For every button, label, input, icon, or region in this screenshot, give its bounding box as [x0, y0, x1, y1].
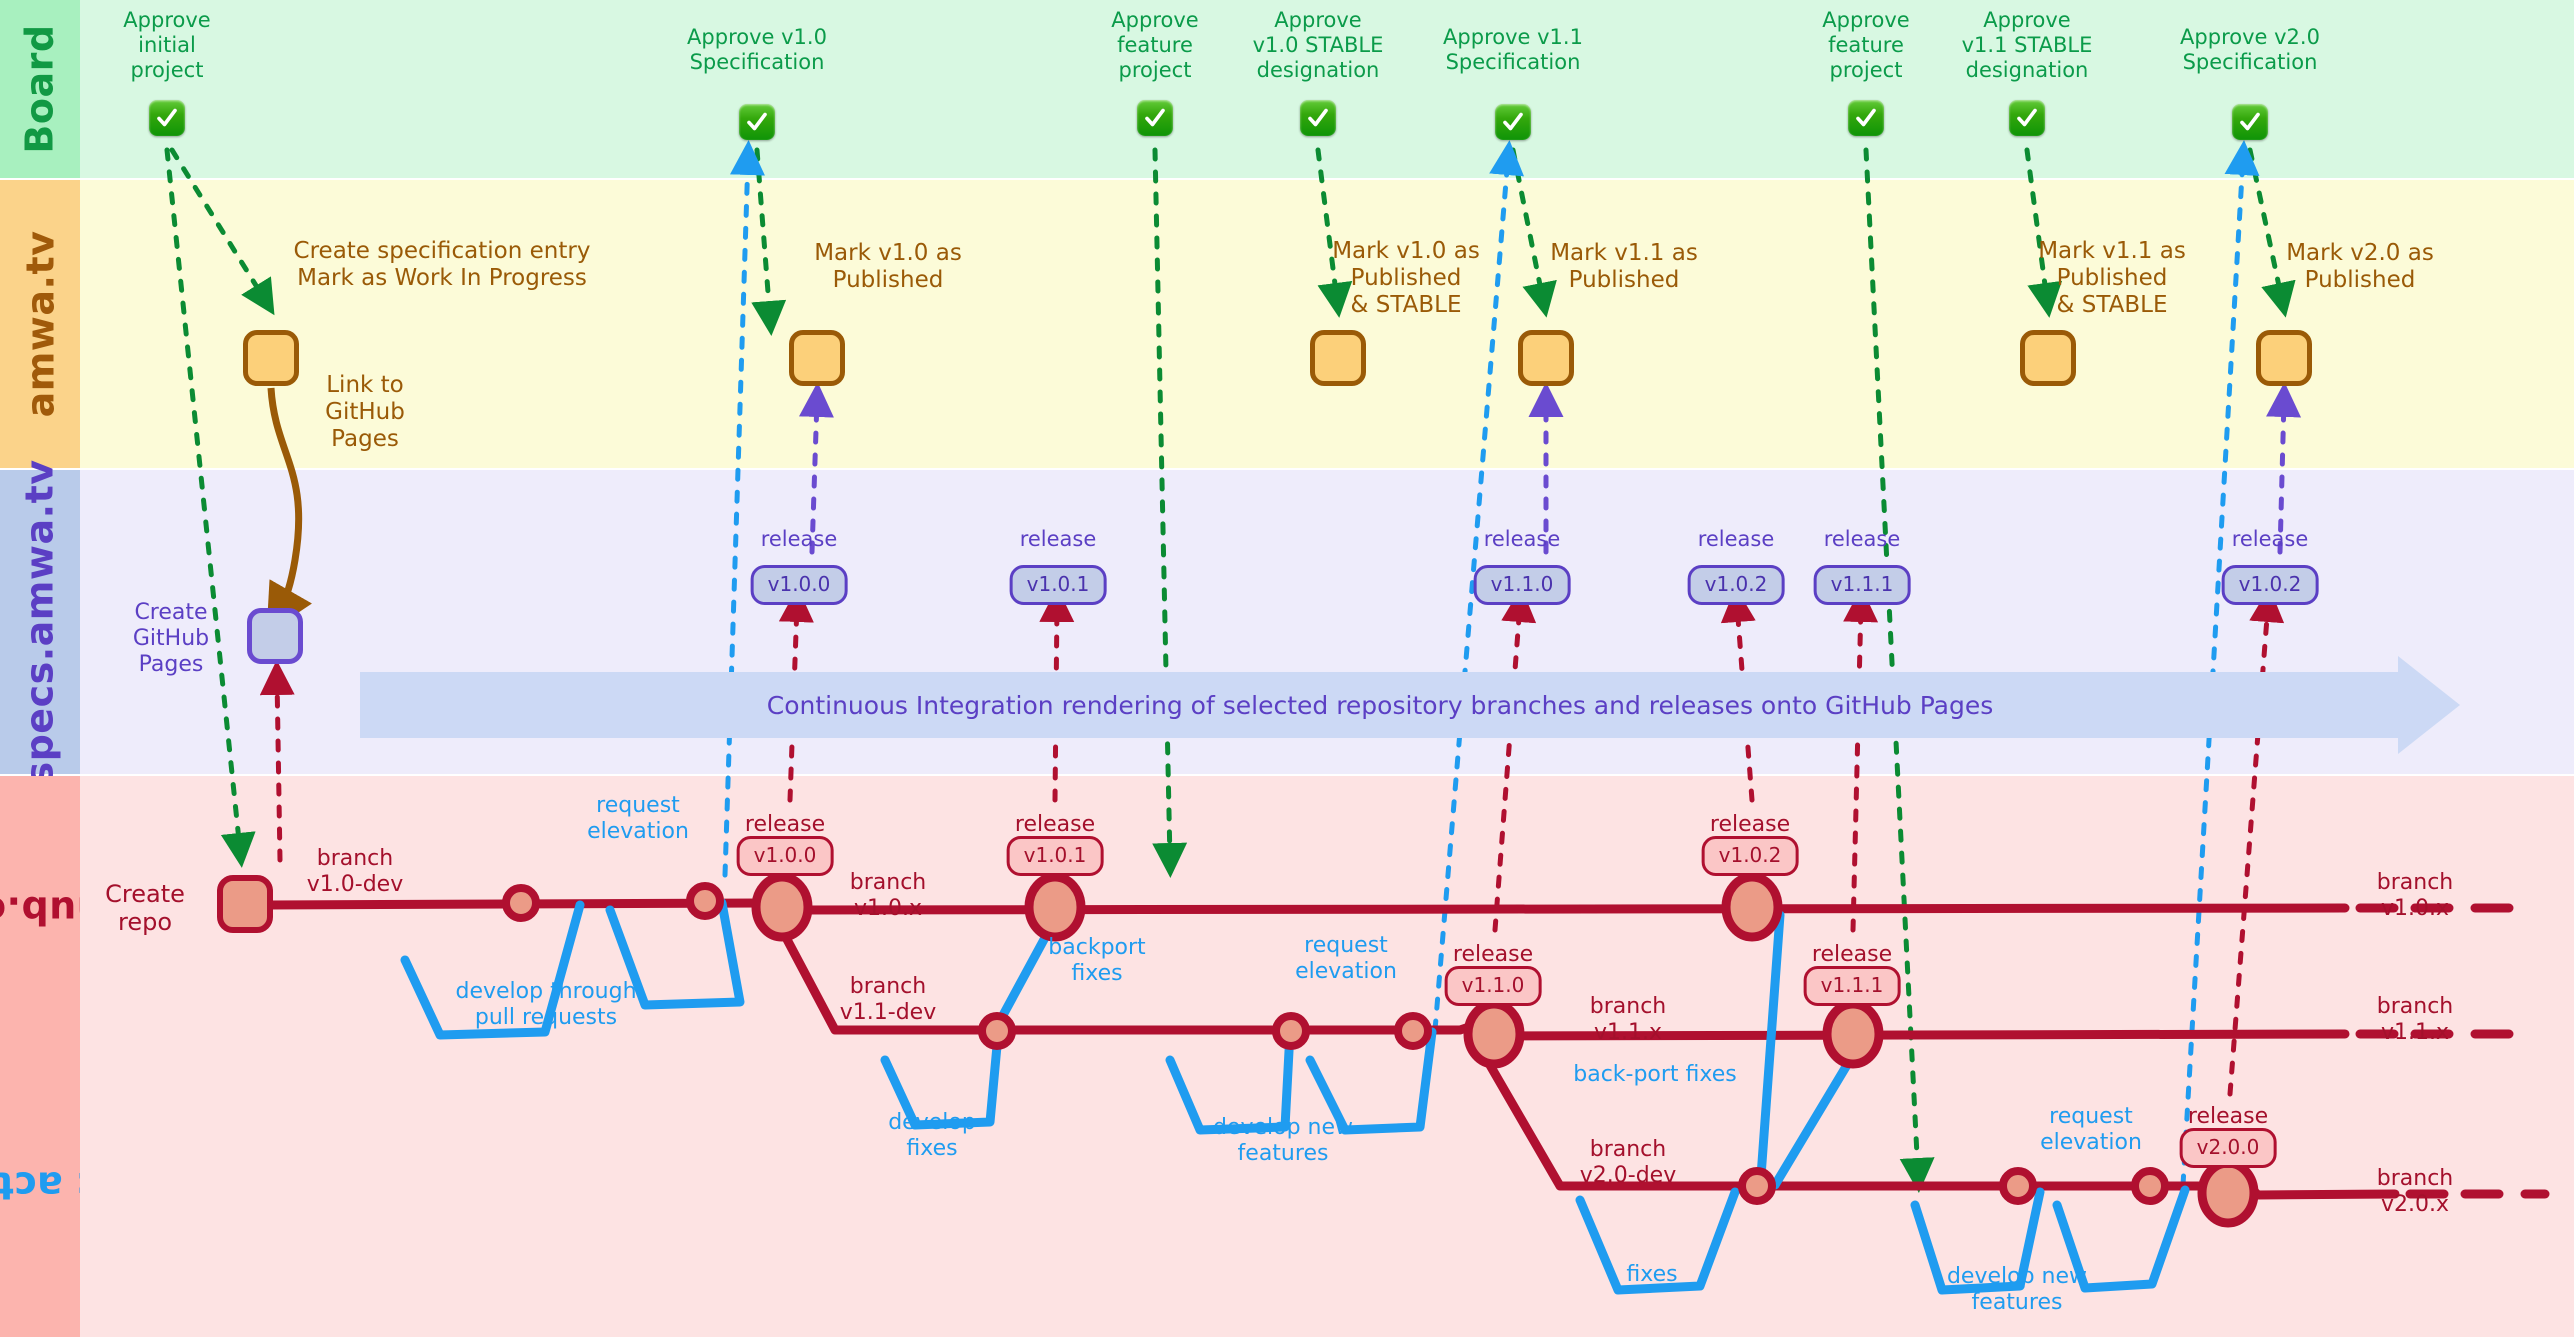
lane-board-label: Board: [18, 24, 62, 154]
check-icon[interactable]: [1137, 100, 1173, 136]
board-approval-label: Approve v1.0 Specification: [687, 25, 827, 74]
amwa-entry-node: [1518, 330, 1574, 386]
branch-label: branch v1.1.x: [1589, 994, 1667, 1045]
board-approval-label: Approve initial project: [123, 8, 211, 82]
workflow-annotation: request elevation: [587, 793, 689, 844]
amwa-note: Create specification entry Mark as Work …: [293, 238, 591, 292]
specs-release-caption: release: [1823, 527, 1901, 551]
amwa-note: Link to GitHub Pages: [325, 372, 405, 453]
specs-release-pill[interactable]: v1.0.2: [2221, 565, 2319, 605]
amwa-note: Mark v1.1 as Published: [1550, 240, 1698, 294]
workflow-annotation: request elevation: [2040, 1104, 2142, 1155]
workflow-annotation: backport fixes: [1048, 935, 1146, 986]
workflow-annotation: fixes: [1626, 1262, 1678, 1287]
amwa-note: Mark v1.1 as Published & STABLE: [2038, 238, 2186, 319]
amwa-note: Mark v2.0 as Published: [2286, 240, 2434, 294]
amwa-entry-node: [2020, 330, 2076, 386]
specs-release-pill[interactable]: v1.0.0: [750, 565, 848, 605]
github-pages-node: [247, 608, 303, 664]
repo-release-pill[interactable]: v2.0.0: [2179, 1128, 2277, 1168]
repo-release-caption: release: [744, 812, 826, 837]
branch-label: branch v2.0.x: [2376, 1166, 2454, 1217]
lane-spec-activity-body: [80, 776, 2574, 1337]
amwa-note: Mark v1.0 as Published: [814, 240, 962, 294]
specs-release-caption: release: [1019, 527, 1097, 551]
ci-banner-arrowhead: [2398, 656, 2460, 754]
lane-amwa-tab: amwa.tv: [0, 180, 80, 468]
workflow-annotation: develop new features: [1946, 1264, 2088, 1315]
board-approval-label: Approve v1.1 Specification: [1443, 25, 1583, 74]
board-approval-label: Approve feature project: [1822, 8, 1910, 82]
check-icon[interactable]: [739, 104, 775, 140]
check-icon[interactable]: [2009, 100, 2045, 136]
create-github-pages-label: Create GitHub Pages: [132, 600, 210, 677]
branch-label: branch v1.1.x: [2376, 994, 2454, 1045]
workflow-annotation: develop fixes: [888, 1110, 976, 1161]
specs-release-pill[interactable]: v1.0.1: [1009, 565, 1107, 605]
check-icon[interactable]: [1300, 100, 1336, 136]
specs-release-caption: release: [1697, 527, 1775, 551]
board-approval-label: Approve v1.1 STABLE designation: [1961, 8, 2093, 82]
lane-specs-tab: specs.amwa.tv: [0, 459, 80, 785]
repo-release-caption: release: [1811, 942, 1893, 967]
specs-release-caption: release: [1483, 527, 1561, 551]
check-icon[interactable]: [149, 100, 185, 136]
branch-label: branch v2.0-dev: [1579, 1137, 1677, 1188]
board-approval-label: Approve v2.0 Specification: [2180, 25, 2320, 74]
amwa-entry-node: [2256, 330, 2312, 386]
branch-label: branch v1.0.x: [849, 870, 927, 921]
workflow-annotation: develop new features: [1212, 1115, 1354, 1166]
check-icon[interactable]: [1848, 100, 1884, 136]
lane-amwa-label: amwa.tv: [18, 230, 63, 418]
specs-release-pill[interactable]: v1.1.0: [1473, 565, 1571, 605]
amwa-entry-node: [243, 330, 299, 386]
check-icon[interactable]: [1495, 104, 1531, 140]
specs-release-pill[interactable]: v1.0.2: [1687, 565, 1785, 605]
branch-label: branch v1.1-dev: [839, 974, 937, 1025]
lane-specs-label: specs.amwa.tv: [18, 459, 62, 785]
repo-release-caption: release: [1709, 812, 1791, 837]
create-repo-node: [217, 875, 273, 933]
repo-release-pill[interactable]: v1.1.1: [1803, 966, 1901, 1006]
repo-release-pill[interactable]: v1.1.0: [1444, 966, 1542, 1006]
lane-board-tab: Board: [0, 0, 80, 178]
amwa-note: Mark v1.0 as Published & STABLE: [1332, 238, 1480, 319]
repo-release-pill[interactable]: v1.0.0: [736, 836, 834, 876]
amwa-entry-node: [1310, 330, 1366, 386]
check-icon[interactable]: [2232, 104, 2268, 140]
board-approval-label: Approve v1.0 STABLE designation: [1252, 8, 1384, 82]
swimlane-diagram: Board amwa.tv specs.amwa.tv github.com S…: [0, 0, 2574, 1337]
ci-banner: Continuous Integration rendering of sele…: [360, 656, 2460, 754]
amwa-entry-node: [789, 330, 845, 386]
branch-label: branch v1.0.x: [2376, 870, 2454, 921]
specs-release-caption: release: [760, 527, 838, 551]
create-repo-label: Create repo: [105, 880, 185, 937]
workflow-annotation: request elevation: [1295, 933, 1397, 984]
specs-release-caption: release: [2231, 527, 2309, 551]
repo-release-caption: release: [2187, 1104, 2269, 1129]
board-approval-label: Approve feature project: [1111, 8, 1199, 82]
workflow-annotation: back-port fixes: [1573, 1062, 1737, 1087]
ci-banner-label: Continuous Integration rendering of sele…: [766, 690, 1994, 720]
lane-amwa-body: [80, 180, 2574, 468]
repo-release-pill[interactable]: v1.0.2: [1701, 836, 1799, 876]
repo-release-pill[interactable]: v1.0.1: [1006, 836, 1104, 876]
workflow-annotation: develop through pull requests: [455, 979, 637, 1030]
branch-label: branch v1.0-dev: [306, 846, 404, 897]
lane-spec-activity-tab: github.com Spec activity: [0, 776, 181, 1337]
specs-release-pill[interactable]: v1.1.1: [1813, 565, 1911, 605]
repo-release-caption: release: [1452, 942, 1534, 967]
repo-release-caption: release: [1014, 812, 1096, 837]
